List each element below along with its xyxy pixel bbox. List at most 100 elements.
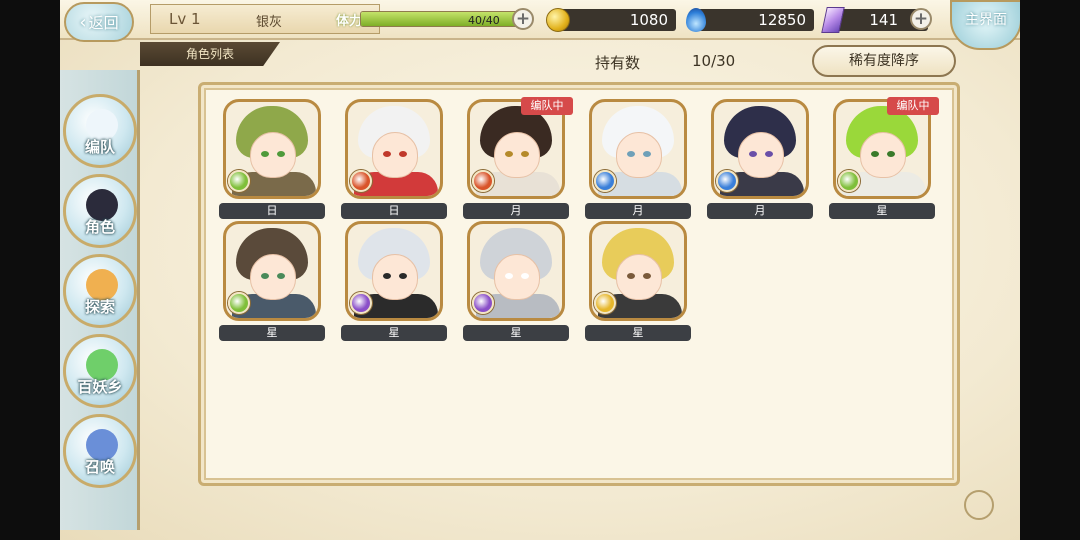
- character-eye: [643, 151, 651, 157]
- character-portrait: [711, 99, 809, 199]
- fire-element-icon: [472, 170, 494, 192]
- dark-element-icon: [472, 292, 494, 314]
- character-portrait: [589, 221, 687, 321]
- dark-element-icon: [350, 292, 372, 314]
- water-element-icon: [594, 170, 616, 192]
- corner-ornament: [964, 490, 994, 520]
- character-rank-label: 星: [829, 203, 935, 219]
- add-gem-button[interactable]: +: [910, 8, 932, 30]
- character-rank-label: 月: [585, 203, 691, 219]
- nav-explore-label: 探索: [84, 298, 115, 316]
- character-face: [616, 132, 662, 178]
- character-eye: [277, 273, 285, 279]
- soul-value: 12850: [758, 11, 806, 29]
- coin-counter: 1080: [560, 9, 676, 31]
- character-face: [494, 254, 540, 300]
- character-eye: [505, 273, 513, 279]
- nav-village-button[interactable]: 百妖乡: [63, 334, 137, 408]
- nav-village-label: 百妖乡: [77, 378, 123, 396]
- character-eye: [261, 151, 269, 157]
- in-team-badge: 编队中: [521, 97, 573, 115]
- sort-rarity-button[interactable]: 稀有度降序: [812, 45, 956, 77]
- stamina-label: 体力: [336, 14, 363, 29]
- water-element-icon: [716, 170, 738, 192]
- tab-label: 角色列表: [185, 47, 234, 61]
- character-face: [250, 132, 296, 178]
- owned-count-value: 10/30: [692, 52, 736, 70]
- character-eye: [887, 151, 895, 157]
- character-eye: [627, 273, 635, 279]
- character-eye: [383, 273, 391, 279]
- character-eye: [277, 151, 285, 157]
- character-eye: [261, 273, 269, 279]
- nav-team-button[interactable]: 编队: [63, 94, 137, 168]
- in-team-badge: 编队中: [887, 97, 939, 115]
- game-screen: ‹ 返回 Lv 1 银灰 体力 40/40 + 1080 12850 141 +…: [60, 0, 1020, 540]
- character-portrait: [589, 99, 687, 199]
- nav-character-label: 角色: [84, 218, 115, 236]
- wind-element-icon: [838, 170, 860, 192]
- owned-count-label: 持有数: [595, 54, 641, 72]
- character-face: [250, 254, 296, 300]
- stamina-value: 40/40: [468, 14, 500, 27]
- add-stamina-button[interactable]: +: [512, 8, 534, 30]
- right-black-bar: [1020, 0, 1080, 540]
- tab-character-list: 角色列表: [140, 42, 280, 66]
- character-eye: [399, 151, 407, 157]
- character-eye: [399, 273, 407, 279]
- wind-element-icon: [228, 170, 250, 192]
- character-portrait: [345, 221, 443, 321]
- top-bar: ‹ 返回 Lv 1 银灰 体力 40/40 + 1080 12850 141 +…: [60, 0, 1020, 50]
- character-eye: [871, 151, 879, 157]
- gem-value: 141: [869, 11, 898, 29]
- character-rank-label: 日: [219, 203, 325, 219]
- character-face: [494, 132, 540, 178]
- character-rank-label: 星: [463, 325, 569, 341]
- character-face: [372, 254, 418, 300]
- back-arrow-icon: ‹: [79, 11, 87, 33]
- character-face: [738, 132, 784, 178]
- nav-team-label: 编队: [84, 138, 115, 156]
- soul-flame-icon: [686, 8, 706, 32]
- wind-element-icon: [228, 292, 250, 314]
- character-rank-label: 月: [707, 203, 813, 219]
- back-button-label: 返回: [88, 13, 119, 32]
- character-eye: [521, 151, 529, 157]
- light-element-icon: [594, 292, 616, 314]
- left-black-bar: [0, 0, 60, 540]
- fire-element-icon: [350, 170, 372, 192]
- nav-summon-button[interactable]: 召唤: [63, 414, 137, 488]
- character-face: [860, 132, 906, 178]
- character-eye: [765, 151, 773, 157]
- character-eye: [627, 151, 635, 157]
- character-face: [372, 132, 418, 178]
- character-rank-label: 星: [341, 325, 447, 341]
- home-button-label: 主界面: [965, 12, 1007, 28]
- character-portrait: [467, 221, 565, 321]
- nav-explore-button[interactable]: 探索: [63, 254, 137, 328]
- character-rank-label: 日: [341, 203, 447, 219]
- back-button[interactable]: ‹ 返回: [64, 2, 134, 42]
- character-eye: [383, 151, 391, 157]
- character-rank-label: 星: [585, 325, 691, 341]
- character-list-panel: 日日编队中月月月编队中星星星星星: [198, 82, 960, 486]
- character-eye: [521, 273, 529, 279]
- nav-summon-label: 召唤: [84, 458, 115, 476]
- player-name: 银灰: [256, 15, 283, 30]
- coin-value: 1080: [629, 11, 668, 29]
- coin-icon: [546, 8, 570, 32]
- character-portrait: [223, 221, 321, 321]
- character-portrait: [223, 99, 321, 199]
- nav-character-button[interactable]: 角色: [63, 174, 137, 248]
- home-button[interactable]: 主界面: [950, 0, 1020, 50]
- soul-counter: 12850: [698, 9, 814, 31]
- sort-label: 稀有度降序: [849, 53, 919, 69]
- character-eye: [749, 151, 757, 157]
- character-eye: [505, 151, 513, 157]
- side-nav: 编队 角色 探索 百妖乡 召唤: [60, 70, 140, 530]
- character-rank-label: 星: [219, 325, 325, 341]
- character-rank-label: 月: [463, 203, 569, 219]
- player-level: Lv 1: [169, 10, 201, 28]
- character-eye: [643, 273, 651, 279]
- character-portrait: [345, 99, 443, 199]
